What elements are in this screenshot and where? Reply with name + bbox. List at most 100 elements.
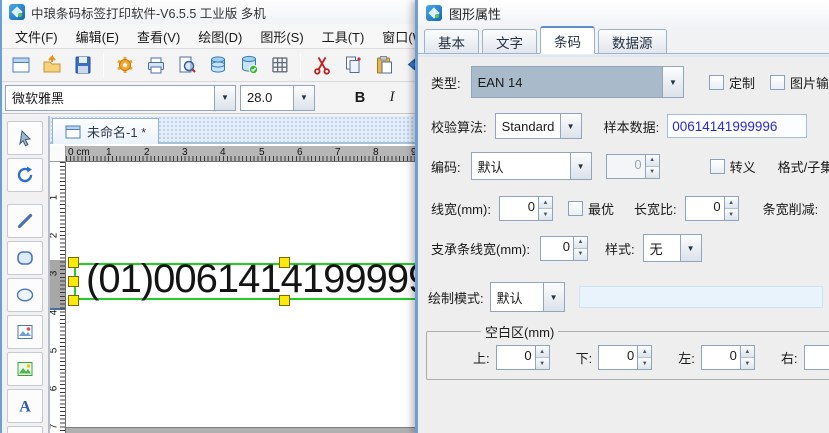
ruler-number: 1 — [50, 195, 59, 201]
spin-down-icon[interactable]: ▼ — [538, 208, 552, 220]
text-tool-button[interactable]: A — [7, 389, 43, 423]
font-family-combo[interactable]: 微软雅黑 ▼ — [5, 84, 236, 111]
menu-edit[interactable]: 编辑(E) — [67, 24, 128, 49]
vertical-ruler[interactable]: 1 2 3 4 5 6 7 — [50, 162, 66, 433]
spin-up-icon[interactable]: ▲ — [724, 197, 738, 208]
cut-button[interactable] — [306, 51, 337, 79]
quiet-right-spinner[interactable]: 0 ▲▼ — [803, 345, 829, 370]
spin-up-icon[interactable]: ▲ — [573, 236, 587, 248]
quiet-top-spinner[interactable]: 0 ▲ ▼ — [495, 345, 550, 370]
spin-up-icon[interactable]: ▲ — [740, 346, 754, 357]
escape-checkbox[interactable] — [709, 158, 725, 174]
tab-datasource[interactable]: 数据源 — [598, 29, 667, 53]
resize-handle-bottom-left[interactable] — [68, 295, 79, 306]
menu-draw[interactable]: 绘图(D) — [189, 24, 251, 49]
spin-down-icon[interactable]: ▼ — [638, 357, 652, 369]
barcode-type-combo[interactable]: EAN 14 ▼ — [470, 66, 684, 98]
chevron-down-icon[interactable]: ▼ — [569, 153, 591, 179]
dialog-titlebar: 图形属性 — [418, 0, 829, 26]
spin-down-icon[interactable]: ▼ — [573, 247, 587, 260]
print-button[interactable] — [140, 51, 171, 79]
image-tool-button[interactable] — [7, 315, 43, 349]
style-combo[interactable]: 无 ▼ — [642, 234, 702, 262]
document-tab[interactable]: 未命名-1 * — [52, 118, 160, 144]
spin-up-icon[interactable]: ▲ — [638, 346, 652, 357]
quiet-bottom-spinner[interactable]: 0 ▲ ▼ — [598, 345, 653, 370]
sample-data-field[interactable]: 00614141999996 — [667, 114, 808, 138]
tab-text[interactable]: 文字 — [482, 29, 537, 53]
app-logo-icon — [9, 4, 25, 20]
image-color-tool-button[interactable] — [7, 352, 43, 386]
chevron-down-icon[interactable]: ▼ — [214, 85, 235, 110]
settings-button[interactable] — [109, 51, 140, 79]
picture-output-checkbox[interactable] — [769, 74, 785, 90]
paste-button[interactable] — [368, 51, 399, 79]
menu-view[interactable]: 查看(V) — [128, 24, 189, 49]
spin-up-icon[interactable]: ▲ — [538, 197, 552, 208]
format-subset-label: 格式/子集: — [777, 159, 829, 175]
chevron-down-icon[interactable]: ▼ — [661, 67, 683, 97]
database-check-button[interactable] — [233, 51, 264, 79]
copy-button[interactable] — [337, 51, 368, 79]
open-button[interactable] — [36, 51, 67, 79]
bold-button[interactable]: B — [345, 85, 375, 111]
dialog-title: 图形属性 — [449, 6, 502, 22]
line-tool-button[interactable] — [7, 204, 43, 238]
save-button[interactable] — [67, 51, 98, 79]
tab-barcode[interactable]: 条码 — [540, 26, 595, 54]
chevron-down-icon[interactable]: ▼ — [542, 283, 564, 311]
optimal-checkbox[interactable] — [567, 201, 583, 216]
encoding-spinner: 0 ▲ ▼ — [605, 153, 660, 179]
quiet-left-spinner[interactable]: 0 ▲ ▼ — [700, 345, 755, 370]
spin-down-icon[interactable]: ▼ — [740, 357, 754, 369]
menu-shape[interactable]: 图形(S) — [251, 24, 312, 49]
chevron-down-icon[interactable]: ▼ — [559, 114, 581, 138]
print-icon — [147, 57, 164, 74]
chevron-down-icon[interactable]: ▼ — [679, 235, 701, 261]
barcode-type-value: EAN 14 — [471, 67, 662, 97]
settings-gear-icon — [116, 57, 133, 73]
chevron-down-icon[interactable]: ▼ — [293, 85, 314, 110]
rich-text-tool-button[interactable]: R — [7, 426, 43, 433]
rotate-icon — [17, 166, 33, 183]
rounded-rect-tool-button[interactable] — [7, 241, 43, 275]
sample-data-label: 样本数据: — [603, 119, 660, 135]
check-algorithm-combo[interactable]: Standard ▼ — [494, 113, 582, 139]
line-width-spinner[interactable]: 0 ▲ ▼ — [498, 196, 553, 221]
custom-checkbox[interactable] — [708, 74, 724, 90]
encoding-combo[interactable]: 默认 ▼ — [470, 152, 592, 180]
spin-up-icon[interactable]: ▲ — [535, 346, 549, 357]
image-color-icon — [17, 362, 33, 376]
type-label: 类型: — [431, 75, 461, 91]
line-width-label: 线宽(mm): — [431, 202, 491, 217]
aspect-ratio-spinner[interactable]: 0 ▲ ▼ — [684, 196, 739, 221]
paste-icon — [376, 56, 392, 74]
menu-file[interactable]: 文件(F) — [6, 24, 67, 49]
print-preview-button[interactable] — [171, 51, 202, 79]
spin-down-icon[interactable]: ▼ — [535, 357, 549, 369]
menu-tools[interactable]: 工具(T) — [313, 24, 374, 49]
resize-handle-bottom-center[interactable] — [279, 295, 290, 306]
database-button[interactable] — [202, 51, 233, 79]
cut-scissors-icon — [313, 57, 330, 75]
draw-mode-combo[interactable]: 默认 ▼ — [489, 282, 565, 312]
spin-down-icon[interactable]: ▼ — [724, 208, 738, 220]
resize-handle-top-center[interactable] — [279, 257, 290, 268]
select-tool-button[interactable] — [7, 121, 43, 155]
tab-basic[interactable]: 基本 — [424, 29, 479, 53]
barcode-object-text[interactable]: (01)00614141999996 — [86, 257, 452, 302]
rotate-tool-button[interactable] — [7, 158, 43, 192]
grid-button[interactable] — [264, 51, 295, 79]
encoding-label: 编码: — [431, 159, 461, 175]
screen: 中琅条码标签打印软件-V6.5.5 工业版 多机 文件(F) 编辑(E) 查看(… — [0, 0, 829, 433]
font-family-value: 微软雅黑 — [12, 91, 65, 106]
italic-button[interactable]: I — [377, 85, 407, 111]
ruler-corner — [50, 146, 66, 162]
new-document-button[interactable] — [5, 51, 36, 79]
ellipse-tool-button[interactable] — [7, 278, 43, 312]
resize-handle-mid-left[interactable] — [68, 276, 79, 287]
resize-handle-top-left[interactable] — [68, 257, 79, 268]
style-label: 样式: — [604, 241, 635, 257]
font-size-combo[interactable]: 28.0 ▼ — [240, 84, 315, 111]
bearer-width-spinner[interactable]: 0 ▲ ▼ — [539, 235, 588, 261]
